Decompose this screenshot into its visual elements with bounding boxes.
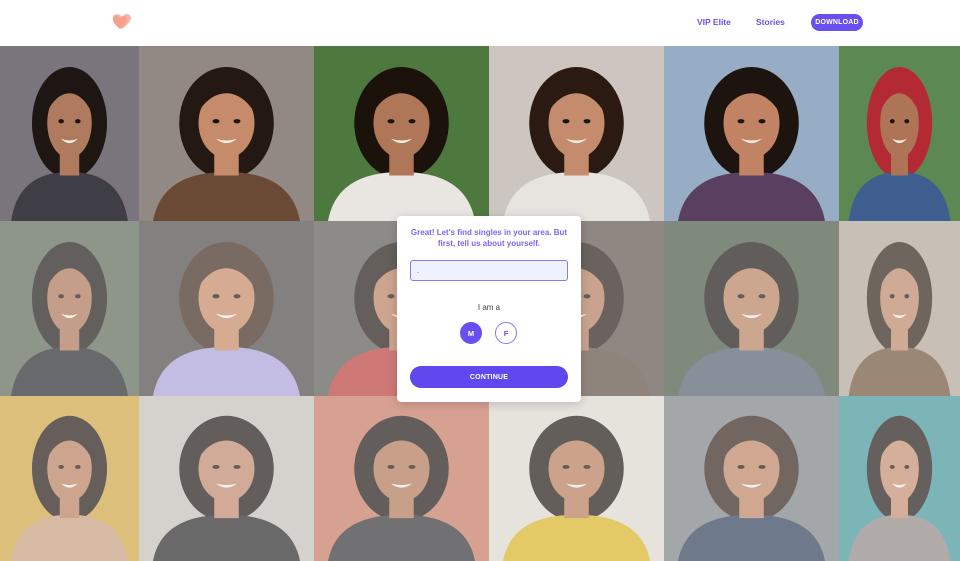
heart-logo-icon[interactable]: [113, 14, 131, 30]
nav-link-vip-elite[interactable]: VIP Elite: [697, 17, 731, 27]
nav-link-stories[interactable]: Stories: [756, 17, 785, 27]
i-am-a-label: I am a: [477, 303, 501, 312]
download-button[interactable]: DOWNLOAD: [811, 14, 863, 31]
profile-photo: [839, 46, 960, 221]
continue-button[interactable]: CONTINUE: [410, 366, 568, 388]
profile-photo: [139, 46, 314, 221]
profile-photo: [664, 46, 839, 221]
location-input[interactable]: [410, 260, 568, 281]
signup-modal: Great! Let's find singles in your area. …: [397, 216, 581, 402]
profile-photo: [0, 46, 139, 221]
gender-female-button[interactable]: F: [495, 322, 517, 344]
top-header: VIP Elite Stories DOWNLOAD: [0, 0, 960, 46]
gender-male-button[interactable]: M: [460, 322, 482, 344]
profile-photo: [314, 46, 489, 221]
profile-photo: [489, 46, 664, 221]
modal-title: Great! Let's find singles in your area. …: [410, 228, 568, 248]
